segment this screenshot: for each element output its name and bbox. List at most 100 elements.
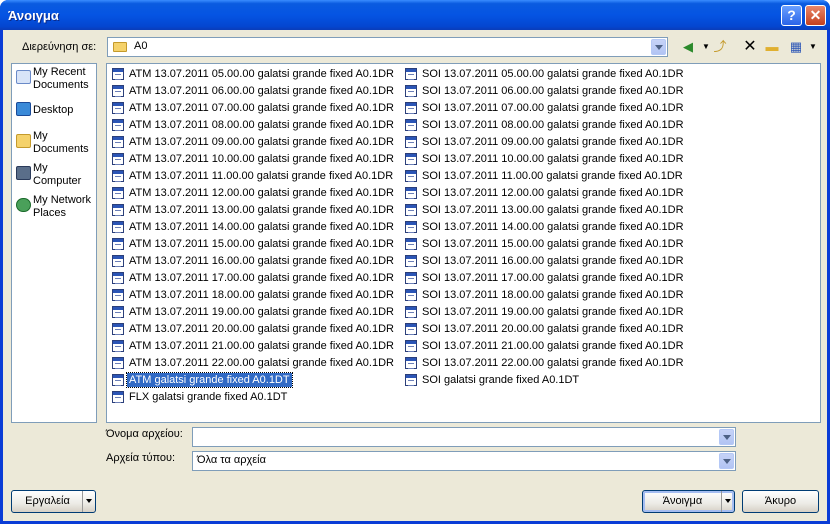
filetype-dropdown[interactable]: Όλα τα αρχεία xyxy=(192,451,736,471)
file-name: ATM 13.07.2011 10.00.00 galatsi grande f… xyxy=(129,153,394,165)
file-name: FLX galatsi grande fixed A0.1DT xyxy=(129,391,288,403)
file-name: SOI 13.07.2011 06.00.00 galatsi grande f… xyxy=(422,85,684,97)
desktop-icon xyxy=(16,102,31,116)
file-icon xyxy=(405,306,417,318)
file-icon xyxy=(405,238,417,250)
place-my-network-places[interactable]: My Network Places xyxy=(12,192,96,224)
file-list[interactable]: ATM 13.07.2011 05.00.00 galatsi grande f… xyxy=(106,63,821,423)
file-name: SOI 13.07.2011 19.00.00 galatsi grande f… xyxy=(422,306,684,318)
recent-documents-icon xyxy=(16,70,31,84)
filename-field[interactable] xyxy=(192,427,736,447)
file-name: ATM 13.07.2011 22.00.00 galatsi grande f… xyxy=(129,357,394,369)
file-name: ATM 13.07.2011 12.00.00 galatsi grande f… xyxy=(129,187,394,199)
file-name: SOI 13.07.2011 09.00.00 galatsi grande f… xyxy=(422,136,684,148)
file-name: SOI 13.07.2011 12.00.00 galatsi grande f… xyxy=(422,187,684,199)
file-name: ATM 13.07.2011 18.00.00 galatsi grande f… xyxy=(129,289,394,301)
file-name: SOI 13.07.2011 11.00.00 galatsi grande f… xyxy=(422,170,683,182)
file-icon xyxy=(112,255,124,267)
new-folder-icon[interactable]: ▬ xyxy=(763,38,781,56)
file-icon xyxy=(405,204,417,216)
filename-label: Όνομα αρχείου: xyxy=(106,428,183,440)
delete-icon[interactable]: ✕ xyxy=(741,38,759,56)
chevron-down-icon[interactable] xyxy=(719,453,734,469)
up-folder-icon[interactable]: ⤴ xyxy=(711,38,729,56)
file-icon xyxy=(112,357,124,369)
file-name: SOI 13.07.2011 13.00.00 galatsi grande f… xyxy=(422,204,684,216)
filename-input[interactable] xyxy=(195,429,717,445)
file-icon xyxy=(405,85,417,97)
file-icon xyxy=(405,119,417,131)
file-icon xyxy=(405,255,417,267)
file-icon xyxy=(112,102,124,114)
filetype-value: Όλα τα αρχεία xyxy=(197,454,266,466)
file-icon xyxy=(112,170,124,182)
file-icon xyxy=(405,153,417,165)
open-button[interactable]: Άνοιγμα xyxy=(642,490,735,513)
file-name: SOI 13.07.2011 10.00.00 galatsi grande f… xyxy=(422,153,684,165)
file-icon xyxy=(405,102,417,114)
views-menu-icon[interactable]: ▼ xyxy=(804,38,822,56)
back-icon[interactable]: ◀ xyxy=(679,38,697,56)
file-name: ATM 13.07.2011 06.00.00 galatsi grande f… xyxy=(129,85,394,97)
file-name: SOI 13.07.2011 07.00.00 galatsi grande f… xyxy=(422,102,684,114)
look-in-dropdown[interactable]: A0 xyxy=(107,37,668,57)
file-name: ATM galatsi grande fixed A0.1DT xyxy=(126,372,293,388)
help-button[interactable]: ? xyxy=(781,5,802,26)
place-my-recent-documents[interactable]: My Recent Documents xyxy=(12,64,96,96)
chevron-down-icon[interactable] xyxy=(719,429,734,445)
place-my-computer[interactable]: My Computer xyxy=(12,160,96,192)
file-name: SOI 13.07.2011 16.00.00 galatsi grande f… xyxy=(422,255,684,267)
file-icon xyxy=(405,323,417,335)
file-name: ATM 13.07.2011 15.00.00 galatsi grande f… xyxy=(129,238,394,250)
file-name: SOI 13.07.2011 22.00.00 galatsi grande f… xyxy=(422,357,684,369)
file-name: ATM 13.07.2011 09.00.00 galatsi grande f… xyxy=(129,136,394,148)
file-name: SOI 13.07.2011 08.00.00 galatsi grande f… xyxy=(422,119,684,131)
my-documents-icon xyxy=(16,134,31,148)
file-icon xyxy=(405,272,417,284)
filetype-label: Αρχεία τύπου: xyxy=(106,452,176,464)
place-desktop[interactable]: Desktop xyxy=(12,96,96,128)
tools-button-label: Εργαλεία xyxy=(25,495,70,507)
file-icon xyxy=(112,153,124,165)
file-name: SOI 13.07.2011 20.00.00 galatsi grande f… xyxy=(422,323,684,335)
file-icon xyxy=(112,221,124,233)
file-name: ATM 13.07.2011 08.00.00 galatsi grande f… xyxy=(129,119,394,131)
tools-menu-arrow-icon[interactable] xyxy=(82,491,95,512)
title-bar[interactable]: Άνοιγμα ? ✕ xyxy=(0,0,830,30)
place-my-documents[interactable]: My Documents xyxy=(12,128,96,160)
open-dialog: Άνοιγμα ? ✕ Διερεύνηση σε: A0 ◀ ▼ ⤴ ✕ ▬ … xyxy=(0,0,830,524)
file-icon xyxy=(112,306,124,318)
file-name: ATM 13.07.2011 13.00.00 galatsi grande f… xyxy=(129,204,394,216)
file-icon xyxy=(112,119,124,131)
open-menu-arrow-icon[interactable] xyxy=(721,491,734,512)
file-name: ATM 13.07.2011 16.00.00 galatsi grande f… xyxy=(129,255,394,267)
file-icon xyxy=(112,323,124,335)
views-icon[interactable]: ▦ xyxy=(787,38,805,56)
file-icon xyxy=(112,136,124,148)
file-icon xyxy=(112,272,124,284)
file-icon xyxy=(112,391,124,403)
network-places-icon xyxy=(16,198,31,212)
file-name: ATM 13.07.2011 07.00.00 galatsi grande f… xyxy=(129,102,394,114)
file-icon xyxy=(112,374,124,386)
tools-button[interactable]: Εργαλεία xyxy=(11,490,96,513)
cancel-button[interactable]: Άκυρο xyxy=(742,490,819,513)
file-icon xyxy=(112,204,124,216)
file-name: SOI 13.07.2011 17.00.00 galatsi grande f… xyxy=(422,272,684,284)
file-icon xyxy=(112,187,124,199)
file-icon xyxy=(405,374,417,386)
file-name: SOI 13.07.2011 15.00.00 galatsi grande f… xyxy=(422,238,684,250)
places-bar: My Recent Documents Desktop My Documents… xyxy=(11,63,97,423)
file-icon xyxy=(405,340,417,352)
file-name: ATM 13.07.2011 17.00.00 galatsi grande f… xyxy=(129,272,394,284)
chevron-down-icon[interactable] xyxy=(651,39,666,55)
open-button-label: Άνοιγμα xyxy=(662,495,703,507)
file-name: ATM 13.07.2011 11.00.00 galatsi grande f… xyxy=(129,170,394,182)
file-icon xyxy=(405,170,417,182)
file-icon xyxy=(112,68,124,80)
file-name: SOI 13.07.2011 05.00.00 galatsi grande f… xyxy=(422,68,684,80)
close-button[interactable]: ✕ xyxy=(805,5,826,26)
file-name: ATM 13.07.2011 19.00.00 galatsi grande f… xyxy=(129,306,394,318)
file-icon xyxy=(405,187,417,199)
file-icon xyxy=(405,221,417,233)
